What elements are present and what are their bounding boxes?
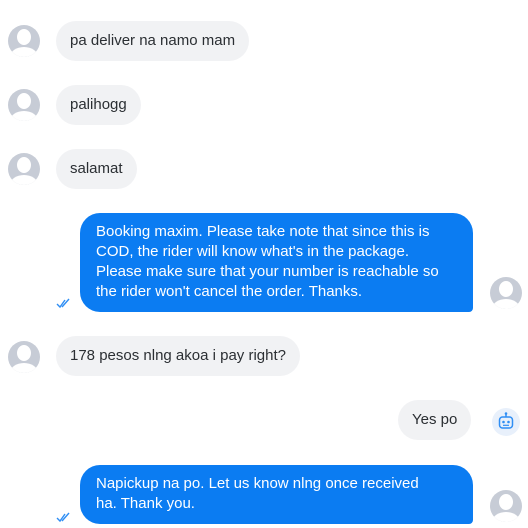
customer-message: 178 pesos nlng akoa i pay right?	[56, 336, 300, 376]
message-text: pa deliver na namo mam	[70, 32, 236, 49]
customer-message: pa deliver na namo mam	[56, 21, 250, 61]
message-text: salamat	[70, 160, 123, 177]
bot-message: Yes po	[398, 400, 472, 440]
customer-avatar-icon	[8, 89, 40, 121]
message-line: the rider won't cancel the order. Thanks…	[96, 283, 363, 300]
message-line: Booking maxim. Please take note that sin…	[96, 223, 430, 240]
customer-avatar-icon	[8, 341, 40, 373]
agent-avatar-icon	[490, 490, 522, 522]
agent-message: Napickup na po. Let us know nlng once re…	[80, 465, 473, 524]
customer-avatar-icon	[8, 25, 40, 57]
double-check-icon	[56, 298, 70, 309]
chat-thread: pa deliver na namo mam palihogg salamat …	[0, 0, 528, 528]
customer-message: palihogg	[56, 85, 141, 125]
message-line: Napickup na po. Let us know nlng once re…	[96, 475, 419, 492]
agent-avatar-icon	[490, 277, 522, 309]
customer-message: salamat	[56, 149, 137, 189]
message-line: Please make sure that your number is rea…	[96, 263, 439, 280]
agent-message: Booking maxim. Please take note that sin…	[80, 213, 473, 312]
message-text: palihogg	[70, 96, 127, 113]
double-check-icon	[56, 512, 70, 523]
message-text: 178 pesos nlng akoa i pay right?	[70, 347, 286, 364]
bot-icon	[492, 408, 520, 436]
message-line: ha. Thank you.	[96, 495, 195, 512]
customer-avatar-icon	[8, 153, 40, 185]
message-line: COD, the rider will know what's in the p…	[96, 243, 410, 260]
message-text: Yes po	[412, 411, 458, 428]
